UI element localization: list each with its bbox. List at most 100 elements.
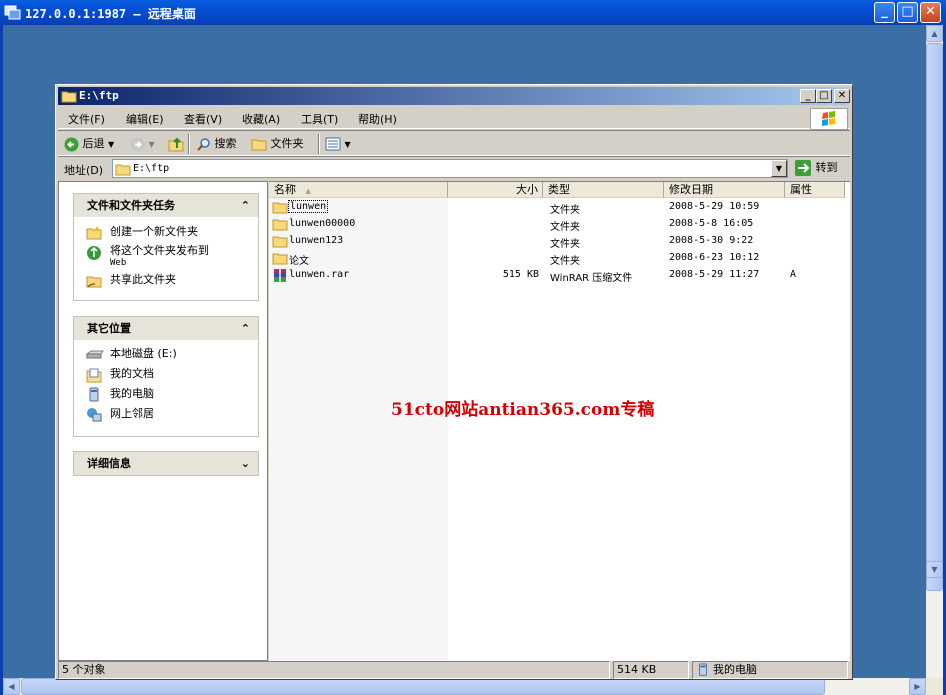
task-share-folder[interactable]: 共享此文件夹 [74, 271, 258, 291]
task-create-folder[interactable]: 创建一个新文件夹 [74, 223, 258, 243]
file-type: 文件夹 [550, 256, 580, 267]
task-label: 将这个文件夹发布到 [110, 244, 209, 257]
back-button[interactable]: 后退 ▼ [64, 135, 114, 153]
dropdown-arrow-icon[interactable]: ▼ [149, 140, 155, 149]
scroll-right-arrow-icon[interactable]: ▶ [909, 678, 926, 695]
address-bar: 地址(D) E:\ftp ▼ 转到 [58, 156, 850, 180]
folders-button[interactable]: 文件夹 [251, 135, 304, 153]
column-title: 类型 [548, 183, 570, 196]
forward-button[interactable]: ▼ [130, 135, 155, 153]
rdp-title: 127.0.0.1:1987 – 远程桌面 [25, 7, 196, 21]
column-header-date[interactable]: 修改日期 [664, 182, 785, 198]
column-header-type[interactable]: 类型 [543, 182, 664, 198]
table-row[interactable]: lunwen00000 文件夹 2008-5-8 16:05 [269, 216, 849, 233]
details-group: 详细信息 ⌄ [73, 451, 259, 476]
collapse-chevron-icon[interactable]: ⌃ [241, 317, 250, 340]
menu-tools[interactable]: 工具(T) [301, 111, 338, 127]
rdp-titlebar[interactable]: 127.0.0.1:1987 – 远程桌面 _ □ ✕ [0, 0, 946, 25]
folder-icon [272, 202, 288, 214]
windows-logo-icon [810, 108, 848, 130]
place-local-disk[interactable]: 本地磁盘 (E:) [74, 345, 258, 365]
file-folder-tasks-header[interactable]: 文件和文件夹任务 ⌃ [74, 194, 258, 217]
explorer-maximize-button[interactable]: □ [816, 89, 832, 103]
column-header-size[interactable]: 大小 [448, 182, 543, 198]
expand-chevron-icon[interactable]: ⌄ [241, 452, 250, 475]
dropdown-arrow-icon[interactable]: ▼ [108, 140, 114, 149]
share-folder-icon [86, 276, 102, 288]
minimize-button[interactable]: _ [874, 2, 895, 23]
column-title: 大小 [516, 183, 538, 196]
table-row[interactable]: lunwen 文件夹 2008-5-29 10:59 [269, 199, 849, 216]
toolbar-separator [188, 134, 190, 154]
collapse-chevron-icon[interactable]: ⌃ [241, 194, 250, 217]
sort-ascending-icon: ▲ [305, 187, 311, 195]
address-input[interactable]: E:\ftp ▼ [112, 159, 788, 178]
hard-drive-icon [86, 350, 104, 359]
group-title: 文件和文件夹任务 [87, 199, 175, 212]
file-date: 2008-5-29 11:27 [669, 269, 760, 280]
menu-help[interactable]: 帮助(H) [358, 111, 397, 127]
views-icon [325, 137, 341, 151]
table-row[interactable]: lunwen123 文件夹 2008-5-30 9:22 [269, 233, 849, 250]
horizontal-scrollbar[interactable]: ◀ ▶ [3, 678, 926, 695]
window-frame-left [0, 25, 3, 695]
column-header-attributes[interactable]: 属性 [785, 182, 845, 198]
place-label: 网上邻居 [110, 407, 154, 420]
up-folder-icon [168, 137, 184, 152]
globe-icon [87, 246, 101, 260]
place-my-computer[interactable]: 我的电脑 [74, 385, 258, 405]
place-my-documents[interactable]: 我的文档 [74, 365, 258, 385]
go-label: 转到 [815, 161, 838, 174]
menu-favorites[interactable]: 收藏(A) [242, 111, 280, 127]
forward-arrow-icon [130, 137, 145, 151]
column-header-name[interactable]: 名称 ▲ [269, 182, 448, 198]
explorer-titlebar[interactable]: E:\ftp _ □ ✕ [58, 87, 850, 105]
file-name: lunwen.rar [289, 269, 350, 280]
up-folder-button[interactable] [168, 135, 184, 153]
explorer-minimize-button[interactable]: _ [800, 89, 816, 103]
group-title: 详细信息 [87, 457, 131, 470]
place-network[interactable]: 网上邻居 [74, 405, 258, 425]
vertical-scroll-thumb[interactable] [926, 43, 943, 591]
table-row[interactable]: 论文 文件夹 2008-6-23 10:12 [269, 250, 849, 267]
scroll-down-arrow-icon[interactable]: ▼ [926, 561, 943, 578]
group-title: 其它位置 [87, 322, 131, 335]
details-header[interactable]: 详细信息 ⌄ [74, 452, 258, 475]
explorer-close-button[interactable]: ✕ [834, 89, 850, 103]
file-folder-tasks-group: 文件和文件夹任务 ⌃ 创建一个新文件夹 将这个文件夹发布到 Web 共享此文件夹 [73, 193, 259, 301]
column-title: 修改日期 [669, 183, 713, 196]
scroll-up-arrow-icon[interactable]: ▲ [926, 25, 943, 42]
file-type: 文件夹 [550, 222, 580, 233]
close-button[interactable]: ✕ [920, 2, 941, 23]
winrar-archive-icon [274, 269, 286, 282]
menu-file[interactable]: 文件(F) [68, 111, 105, 127]
toolbar: 后退 ▼ ▼ 搜索 文件夹 ▼ [58, 130, 850, 156]
views-button[interactable]: ▼ [325, 135, 351, 153]
search-button[interactable]: 搜索 [196, 135, 237, 153]
task-label: 共享此文件夹 [110, 273, 176, 286]
address-dropdown-button[interactable]: ▼ [771, 160, 787, 177]
file-date: 2008-5-30 9:22 [669, 235, 754, 246]
go-button[interactable]: 转到 [794, 159, 838, 178]
search-icon [197, 137, 210, 151]
task-publish-web[interactable]: 将这个文件夹发布到 Web [74, 243, 258, 271]
column-title: 名称 [274, 183, 296, 196]
table-row[interactable]: lunwen.rar 515 KB WinRAR 压缩文件 2008-5-29 … [269, 267, 849, 284]
menu-view[interactable]: 查看(V) [184, 111, 222, 127]
scroll-left-arrow-icon[interactable]: ◀ [3, 678, 20, 695]
go-arrow-icon [795, 160, 811, 176]
vertical-scrollbar[interactable]: ▲ ▼ [926, 25, 943, 678]
file-name: 论文 [289, 256, 309, 267]
network-places-icon [87, 408, 102, 422]
dropdown-arrow-icon[interactable]: ▼ [345, 140, 351, 149]
folder-icon [272, 219, 288, 231]
file-name: lunwen00000 [289, 218, 356, 229]
menu-bar: 文件(F) 编辑(E) 查看(V) 收藏(A) 工具(T) 帮助(H) [58, 107, 850, 130]
column-title: 属性 [790, 183, 812, 196]
folder-icon [272, 236, 288, 248]
menu-edit[interactable]: 编辑(E) [126, 111, 164, 127]
horizontal-scroll-thumb[interactable] [21, 678, 825, 695]
maximize-button[interactable]: □ [897, 2, 918, 23]
other-places-header[interactable]: 其它位置 ⌃ [74, 317, 258, 340]
file-date: 2008-5-8 16:05 [669, 218, 754, 229]
